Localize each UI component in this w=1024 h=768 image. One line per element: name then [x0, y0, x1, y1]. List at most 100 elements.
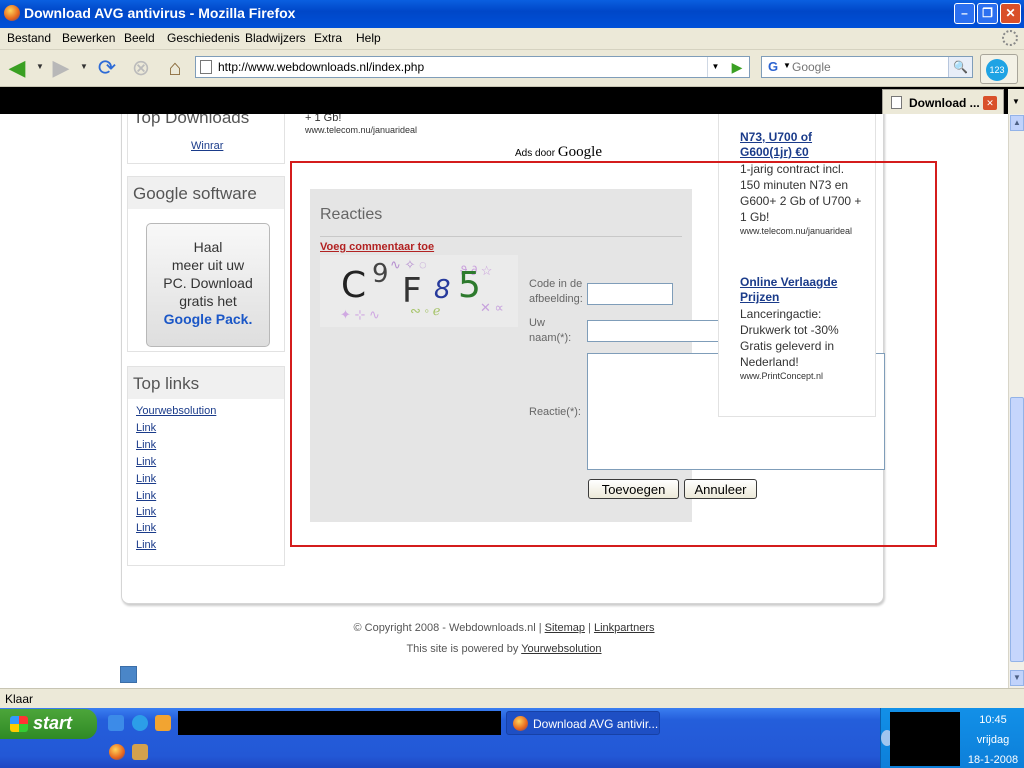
quicklaunch-firefox-icon[interactable] [109, 744, 125, 760]
menu-help[interactable]: Help [356, 31, 381, 45]
top-links-title: Top links [128, 367, 284, 399]
highlight-box [290, 161, 937, 547]
taskbar-task-label: Download AVG antivir... [533, 717, 659, 731]
url-input[interactable] [218, 59, 698, 75]
top-link-item[interactable]: Link [136, 473, 156, 485]
firefox-icon [4, 5, 20, 21]
top-link-item[interactable]: Link [136, 522, 156, 534]
ad-snippet-text: + 1 Gb! [305, 114, 342, 124]
search-icon[interactable]: 🔍 [948, 57, 972, 77]
maximize-button[interactable]: ❐ [977, 3, 998, 24]
google-software-title: Google software [128, 177, 284, 209]
google-software-box: Google software Haal meer uit uw PC. Dow… [127, 176, 285, 352]
page-footer: © Copyright 2008 - Webdownloads.nl | Sit… [0, 622, 1008, 655]
start-button[interactable]: start [0, 709, 97, 739]
pack-line: PC. Download [163, 275, 253, 291]
linkpartners-link[interactable]: Linkpartners [594, 622, 655, 634]
back-button[interactable]: ◀ [4, 55, 30, 81]
close-button[interactable]: ✕ [1000, 3, 1021, 24]
search-bar[interactable]: G ▼ 🔍 [761, 56, 973, 78]
address-bar[interactable]: ▼ ▶ [195, 56, 750, 78]
start-label: start [33, 713, 73, 733]
yourwebsolution-footer-link[interactable]: Yourwebsolution [521, 643, 601, 655]
forward-history-dropdown[interactable]: ▼ [80, 62, 88, 71]
menu-geschiedenis[interactable]: Geschiedenis [167, 31, 240, 45]
page-icon [200, 60, 212, 74]
footer-separator: | [588, 622, 591, 634]
firefox-icon [513, 716, 528, 731]
menu-bewerken[interactable]: Bewerken [62, 31, 115, 45]
scroll-thumb[interactable] [1010, 397, 1024, 662]
clock-time: 10:45 [979, 714, 1007, 726]
clock-day: vrijdag [976, 734, 1010, 746]
clock[interactable]: 10:45 vrijdag 18-1-2008 [963, 712, 1023, 768]
top-downloads-title: Top Downloads [128, 114, 284, 133]
top-link-item[interactable]: Link [136, 490, 156, 502]
top-link-item[interactable]: Link [136, 422, 156, 434]
ad-snippet-url: www.telecom.nu/januarideal [305, 125, 418, 135]
tab-close-icon[interactable]: ✕ [983, 96, 997, 110]
menu-bar: Bestand Bewerken Beeld Geschiedenis Blad… [0, 28, 1024, 50]
tab-label: Download ... [909, 96, 980, 110]
system-tray: 10:45 vrijdag 18-1-2008 [880, 708, 1024, 768]
pack-line: gratis het [179, 293, 237, 309]
search-input[interactable] [792, 59, 942, 75]
quicklaunch-messenger-icon[interactable] [155, 715, 171, 731]
window-titlebar[interactable]: Download AVG antivirus - Mozilla Firefox… [0, 0, 1024, 28]
top-link-item[interactable]: Link [136, 506, 156, 518]
status-text: Klaar [5, 692, 34, 706]
powered-line: This site is powered by Yourwebsolution [0, 643, 1008, 655]
home-button[interactable]: ⌂ [162, 55, 188, 81]
status-bar: Klaar [0, 688, 1024, 708]
google-engine-icon[interactable]: G [764, 59, 782, 75]
tab-strip: Download ... ✕ ▼ [0, 87, 1024, 114]
menu-extra[interactable]: Extra [314, 31, 342, 45]
powered-text: This site is powered by [406, 643, 519, 655]
window-title: Download AVG antivirus - Mozilla Firefox [24, 5, 296, 21]
menu-bladwijzers[interactable]: Bladwijzers [245, 31, 306, 45]
google-pack-banner[interactable]: Haal meer uit uw PC. Download gratis het… [146, 223, 270, 347]
tab-list-dropdown[interactable]: ▼ [1008, 89, 1024, 114]
top-link-item[interactable]: Yourwebsolution [136, 405, 216, 417]
url-history-dropdown[interactable]: ▼ [707, 57, 723, 77]
winrar-link[interactable]: Winrar [191, 140, 223, 152]
forward-button[interactable]: ▶ [48, 55, 74, 81]
scroll-down-arrow[interactable]: ▼ [1010, 670, 1024, 686]
scroll-up-arrow[interactable]: ▲ [1010, 115, 1024, 131]
skype-icon: 123 [986, 59, 1008, 81]
back-history-dropdown[interactable]: ▼ [36, 62, 44, 71]
taskbar-firefox-task[interactable]: Download AVG antivir... [506, 711, 660, 735]
quicklaunch-ie-icon[interactable] [132, 715, 148, 731]
ad-snippet[interactable]: + 1 Gb! www.telecom.nu/januarideal [305, 114, 417, 135]
taskbar-redacted-area [178, 711, 501, 735]
page-icon [891, 96, 902, 109]
menu-bestand[interactable]: Bestand [7, 31, 51, 45]
top-link-item[interactable]: Link [136, 456, 156, 468]
vertical-scrollbar[interactable]: ▲ ▼ [1008, 114, 1024, 688]
windows-flag-icon [10, 716, 28, 732]
go-button[interactable]: ▶ [725, 57, 749, 77]
ads-by-label: Ads door [515, 148, 556, 159]
ads-by-google[interactable]: Ads door Google [515, 144, 602, 161]
ad-title-n73[interactable]: N73, U700 of G600(1jr) €0 [740, 130, 850, 160]
page-viewport: Top Downloads Winrar Google software Haa… [0, 114, 1008, 688]
skype-toolbar-button[interactable]: 123 [980, 54, 1018, 84]
search-engine-dropdown[interactable]: ▼ [783, 61, 791, 70]
quicklaunch-tool-icon[interactable] [132, 744, 148, 760]
sitemap-link[interactable]: Sitemap [545, 622, 585, 634]
copyright-text: © Copyright 2008 - Webdownloads.nl | [353, 622, 542, 634]
throbber-icon [1002, 30, 1018, 46]
google-logo: Google [557, 144, 602, 160]
quicklaunch-desktop-icon[interactable] [108, 715, 124, 731]
minimize-button[interactable]: – [954, 3, 975, 24]
menu-beeld[interactable]: Beeld [124, 31, 155, 45]
stop-button[interactable]: ⊗ [128, 55, 154, 81]
top-link-item[interactable]: Link [136, 439, 156, 451]
pack-line: meer uit uw [171, 257, 245, 273]
top-link-item[interactable]: Link [136, 539, 156, 551]
windows-taskbar: start Download AVG antivir... 10:45 vrij… [0, 708, 1024, 768]
stats-counter-icon[interactable] [120, 666, 137, 683]
reload-button[interactable]: ⟳ [94, 55, 120, 81]
tab-download-avg[interactable]: Download ... ✕ [882, 89, 1004, 114]
google-pack-link[interactable]: Google Pack. [147, 310, 269, 328]
